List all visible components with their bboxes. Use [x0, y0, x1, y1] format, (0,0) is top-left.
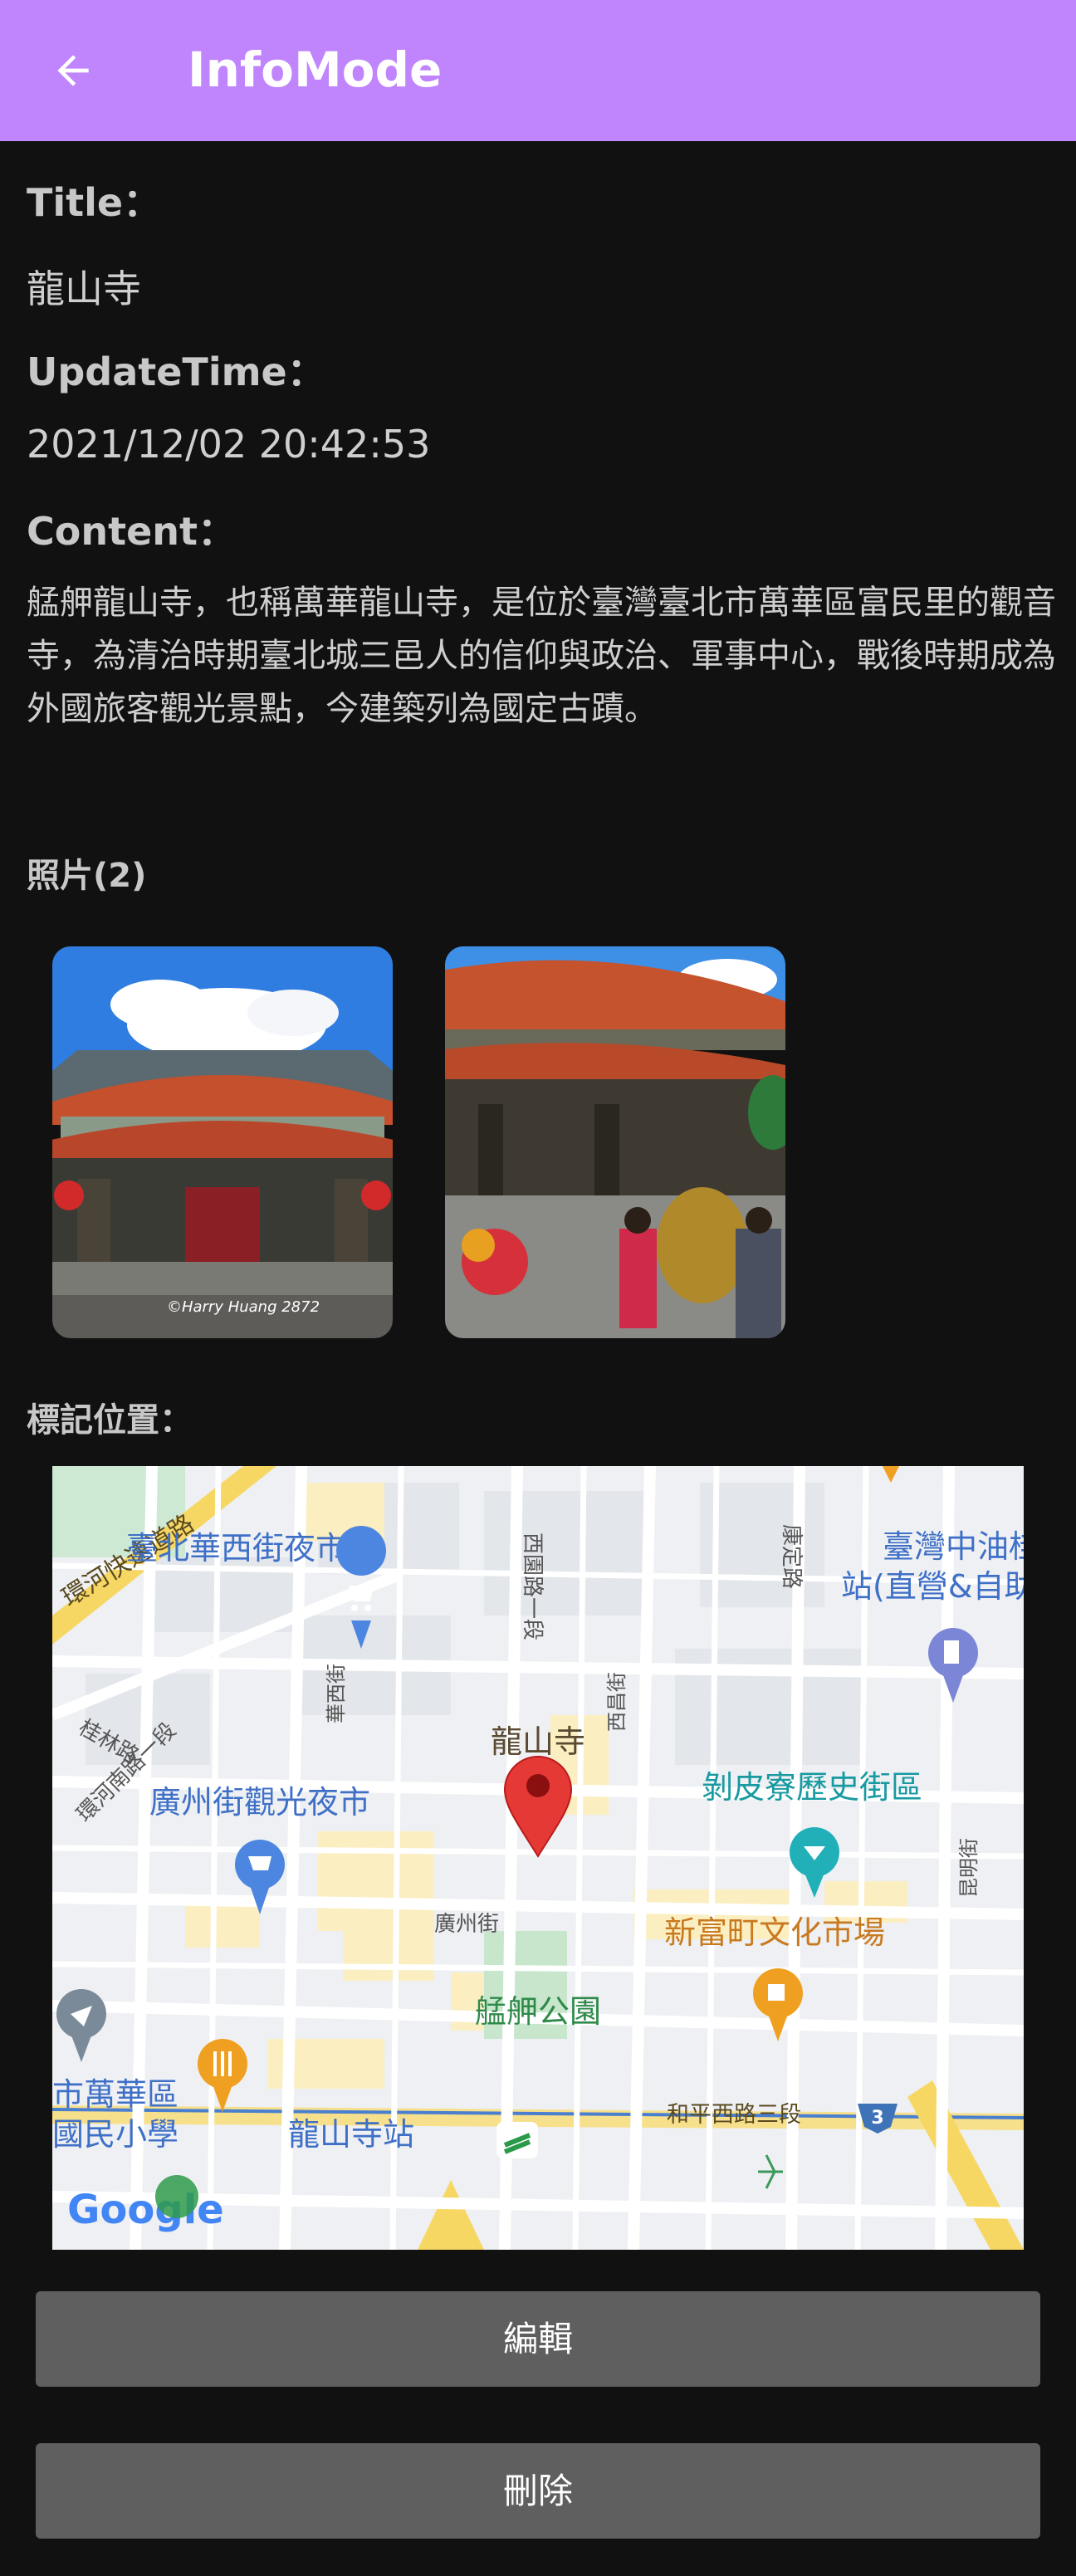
- green-place-icon: [155, 2175, 198, 2218]
- road-label-guangzhou: 廣州街: [434, 1912, 499, 1937]
- arrow-left-icon: [57, 55, 89, 86]
- app-bar: InfoMode: [0, 0, 1076, 141]
- road-label-kangding: 康定路: [779, 1524, 804, 1589]
- update-time-value: 2021/12/02 20:42:53: [27, 422, 431, 467]
- poi-label-gas-station-2: 站(直營&自助: [841, 1568, 1024, 1605]
- road-label-heping: 和平西路三段: [667, 2102, 801, 2128]
- photo-thumbnail-1[interactable]: ©Harry Huang 2872: [52, 946, 393, 1338]
- poi-label-culture-market: 新富町文化市場: [664, 1914, 885, 1951]
- marker-title: 龍山寺: [491, 1723, 585, 1760]
- google-logo: Google: [67, 2187, 224, 2233]
- road-label-xichang: 西昌街: [605, 1672, 628, 1732]
- poi-label-night-market-1: 臺北華西街夜市: [126, 1530, 347, 1567]
- mrt-station-icon[interactable]: [496, 2122, 538, 2158]
- content-value: 艋舺龍山寺，也稱萬華龍山寺，是位於臺灣臺北市萬華區富民里的觀音寺，為清治時期臺北…: [27, 584, 1056, 728]
- road-label-huaxi: 華西街: [325, 1664, 348, 1723]
- poi-label-gas-station-1: 臺灣中油桂林: [883, 1528, 1024, 1565]
- poi-label-mrt-station: 龍山寺站: [288, 2116, 414, 2153]
- content-label: Content：: [27, 509, 237, 554]
- poi-label-night-market-2: 廣州街觀光夜市: [149, 1784, 370, 1821]
- road-label-kunming: 昆明街: [957, 1838, 981, 1898]
- title-label: Title：: [27, 180, 162, 225]
- delete-button[interactable]: 刪除: [36, 2443, 1040, 2539]
- poi-label-historic-street: 剝皮寮歷史街區: [702, 1769, 922, 1806]
- poi-label-school-1: 市萬華區: [52, 2076, 179, 2113]
- edit-button[interactable]: 編輯: [36, 2291, 1040, 2387]
- poi-label-park: 艋舺公園: [475, 1993, 601, 2030]
- photos-label: 照片(2): [27, 857, 147, 895]
- back-button[interactable]: [40, 37, 106, 104]
- photo-thumbnail-2[interactable]: [445, 946, 785, 1338]
- app-title: InfoMode: [188, 42, 443, 98]
- title-value: 龍山寺: [27, 266, 141, 311]
- photo-watermark: ©Harry Huang 2872: [167, 1298, 320, 1316]
- poi-label-school-2: 國民小學: [52, 2116, 179, 2153]
- road-label-xiyuan: 西園路一段: [520, 1532, 545, 1640]
- route-badge: 3: [871, 2108, 883, 2129]
- map-view[interactable]: 環河快速道路 桂林路 環河南路一段 西園路一段 康定路 華西街 西昌街 廣州街 …: [52, 1466, 1024, 2250]
- update-time-label: UpdateTime：: [27, 349, 325, 394]
- map-label: 標記位置：: [27, 1401, 193, 1440]
